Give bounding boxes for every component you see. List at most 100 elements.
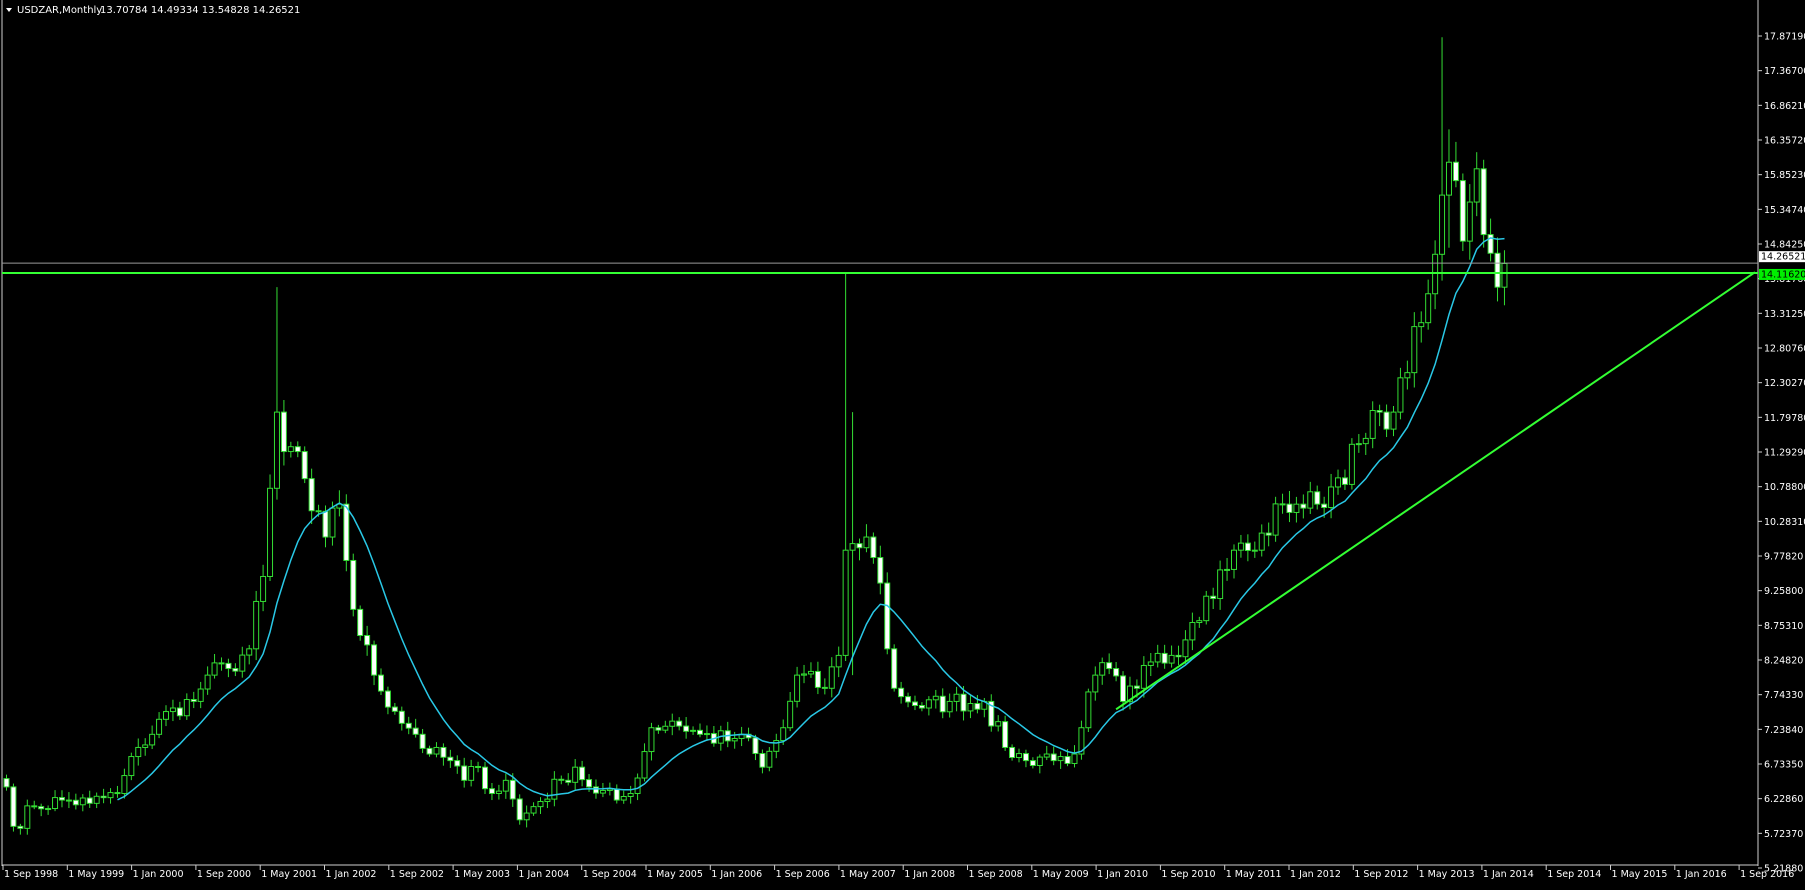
- x-tick-label: 1 May 2015: [1612, 869, 1668, 880]
- candle-body: [1321, 503, 1328, 509]
- candle-body: [697, 729, 703, 735]
- candle-body: [329, 507, 336, 538]
- y-tick-label: 16.35720: [1764, 136, 1805, 147]
- candle-body: [1016, 753, 1023, 758]
- candle-body: [946, 700, 953, 713]
- candle-body: [960, 693, 967, 712]
- candle-body: [918, 705, 925, 709]
- x-tick-label: 1 Jan 2014: [1483, 869, 1534, 880]
- candle-body: [280, 411, 287, 453]
- x-tick-label: 1 Sep 1998: [4, 869, 58, 880]
- candle-body: [1140, 664, 1147, 689]
- candle-body: [1272, 503, 1279, 536]
- candle-body: [301, 451, 308, 480]
- candle-body: [107, 792, 114, 799]
- y-tick-label: 17.36700: [1764, 66, 1805, 77]
- y-tick-label: 12.30270: [1764, 378, 1805, 389]
- candle-body: [405, 722, 412, 729]
- y-tick-label: 14.84250: [1764, 240, 1805, 251]
- candle-body: [842, 549, 849, 656]
- candle-body: [1113, 668, 1120, 677]
- candle-body: [1293, 503, 1300, 513]
- candle-body: [1085, 691, 1092, 729]
- candle-body: [412, 727, 419, 735]
- candle-body: [1244, 542, 1251, 552]
- candlestick-chart[interactable]: 17.87190 17.36700 16.86210 16.35720 15.85230…: [0, 0, 1805, 885]
- candle-body: [183, 698, 190, 717]
- candle-body: [502, 779, 509, 792]
- x-tick-label: 1 Sep 2012: [1354, 869, 1408, 880]
- y-tick-label: 11.29290: [1764, 448, 1805, 459]
- candle-body: [1057, 756, 1064, 762]
- candle-body: [544, 798, 551, 802]
- candle-body: [176, 707, 183, 717]
- candle-body: [260, 575, 267, 602]
- candle-body: [10, 786, 17, 827]
- x-tick-label: 1 Jan 2002: [326, 869, 377, 880]
- candle-body: [1397, 377, 1404, 413]
- candle-body: [454, 760, 461, 767]
- candle-body: [204, 674, 211, 690]
- candle-body: [1147, 661, 1154, 666]
- candle-body: [870, 536, 877, 559]
- y-tick-label: 6.22860: [1764, 794, 1803, 805]
- x-tick-label: 1 Sep 2004: [583, 869, 637, 880]
- candle-body: [308, 478, 315, 512]
- candle-body: [1224, 568, 1231, 571]
- y-tick-label: 17.87190: [1764, 32, 1805, 43]
- candle-body: [1203, 595, 1210, 622]
- candle-body: [683, 725, 690, 732]
- candle-body: [114, 792, 121, 795]
- candle-body: [391, 706, 398, 712]
- candle-body: [45, 808, 52, 811]
- candle-body: [31, 805, 38, 808]
- candle-body: [1237, 542, 1244, 551]
- candle-body: [648, 727, 655, 753]
- candle-body: [572, 766, 579, 783]
- candle-body: [1258, 532, 1265, 551]
- candle-body: [627, 792, 634, 797]
- chart-window[interactable]: 17.87190 17.36700 16.86210 16.35720 15.85230…: [0, 0, 1805, 885]
- candle-body: [1168, 654, 1175, 664]
- candle-body: [1307, 491, 1314, 509]
- candle-body: [38, 806, 45, 810]
- candle-body: [1355, 443, 1362, 446]
- candle-body: [156, 718, 163, 735]
- candle-body: [461, 765, 468, 781]
- candle-body: [1439, 194, 1446, 255]
- y-tick-label: 8.24820: [1764, 656, 1803, 667]
- candle-body: [925, 699, 932, 709]
- candle-body: [1369, 410, 1376, 439]
- y-tick-label: 16.86210: [1764, 101, 1805, 112]
- candle-body: [849, 543, 856, 551]
- candle-body: [620, 795, 627, 801]
- candle-body: [426, 747, 433, 755]
- x-tick-label: 1 Jan 2016: [1676, 869, 1727, 880]
- candle-body: [253, 600, 260, 650]
- x-tick-label: 1 Sep 2016: [1740, 869, 1794, 880]
- candle-body: [1106, 662, 1113, 670]
- candle-body: [787, 700, 794, 729]
- x-tick-label: 1 Sep 2002: [390, 869, 444, 880]
- candle-body: [703, 733, 710, 736]
- candle-body: [613, 788, 620, 801]
- candle-body: [169, 707, 176, 713]
- candle-body: [1286, 503, 1293, 513]
- candle-body: [523, 812, 530, 821]
- x-tick-label: 1 Sep 2000: [197, 869, 251, 880]
- candle-body: [863, 536, 870, 549]
- candle-body: [79, 797, 86, 806]
- candle-body: [1418, 322, 1425, 328]
- candle-body: [1210, 595, 1217, 600]
- candle-body: [509, 779, 516, 800]
- y-tick-label: 10.28310: [1764, 517, 1805, 528]
- candle-body: [814, 670, 821, 688]
- candle-body: [690, 729, 697, 732]
- candle-body: [343, 503, 350, 561]
- candle-body: [1217, 569, 1224, 600]
- candle-body: [1376, 410, 1383, 413]
- candle-body: [1196, 620, 1203, 624]
- candle-body: [1473, 168, 1480, 203]
- candle-body: [1383, 411, 1390, 430]
- candle-body: [759, 753, 766, 768]
